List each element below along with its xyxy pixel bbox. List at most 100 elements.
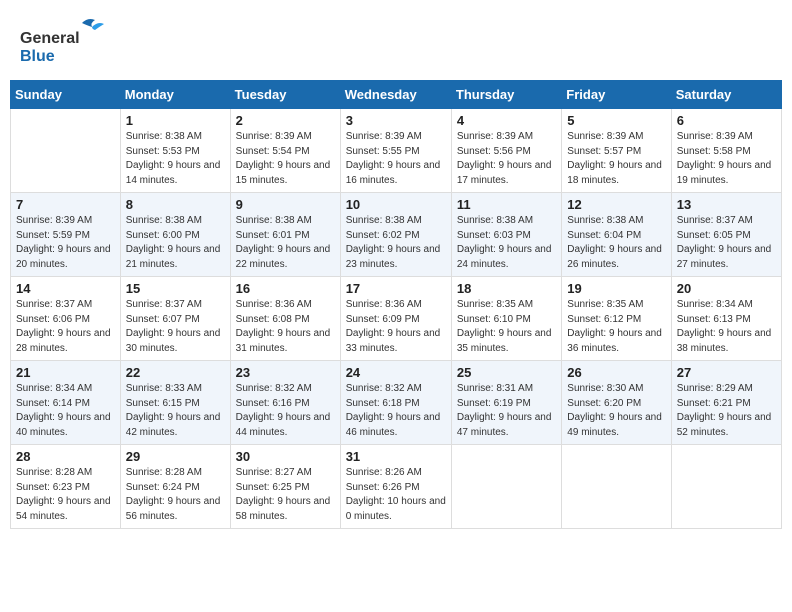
calendar-cell: 2 Sunrise: 8:39 AMSunset: 5:54 PMDaylight… xyxy=(230,109,340,193)
calendar-cell: 7Sunrise: 8:39 AMSunset: 5:59 PMDaylight… xyxy=(11,193,121,277)
calendar-cell xyxy=(562,445,671,529)
calendar-cell: 11 Sunrise: 8:38 AMSunset: 6:03 PMDayligh… xyxy=(451,193,561,277)
day-number: 27 xyxy=(677,365,776,380)
day-number: 1 xyxy=(126,113,225,128)
calendar-cell: 14 Sunrise: 8:37 AMSunset: 6:06 PMDayligh… xyxy=(11,277,121,361)
calendar-cell: 5 Sunrise: 8:39 AMSunset: 5:57 PMDaylight… xyxy=(562,109,671,193)
day-info: Sunrise: 8:37 AMSunset: 6:05 PMDaylight:… xyxy=(677,214,776,272)
svg-text:General: General xyxy=(20,30,80,47)
day-number: 15 xyxy=(126,281,225,296)
day-number: 5 xyxy=(567,113,665,128)
calendar-cell: 28 Sunrise: 8:28 AMSunset: 6:23 PMDayligh… xyxy=(11,445,121,529)
day-info: Sunrise: 8:29 AMSunset: 6:21 PMDaylight:… xyxy=(677,382,776,440)
day-info: Sunrise: 8:39 AMSunset: 5:54 PMDaylight:… xyxy=(236,130,335,188)
day-number: 14 xyxy=(16,281,115,296)
calendar-cell: 21Sunrise: 8:34 AMSunset: 6:14 PMDayligh… xyxy=(11,361,121,445)
day-number: 6 xyxy=(677,113,776,128)
day-number: 24 xyxy=(346,365,446,380)
day-of-week-header: Saturday xyxy=(671,81,781,109)
day-info: Sunrise: 8:39 AMSunset: 5:56 PMDaylight:… xyxy=(457,130,556,188)
calendar-cell: 27 Sunrise: 8:29 AMSunset: 6:21 PMDayligh… xyxy=(671,361,781,445)
calendar-cell: 20 Sunrise: 8:34 AMSunset: 6:13 PMDayligh… xyxy=(671,277,781,361)
calendar-cell: 12 Sunrise: 8:38 AMSunset: 6:04 PMDayligh… xyxy=(562,193,671,277)
calendar-cell: 23Sunrise: 8:32 AMSunset: 6:16 PMDayligh… xyxy=(230,361,340,445)
day-of-week-header: Sunday xyxy=(11,81,121,109)
day-info: Sunrise: 8:34 AMSunset: 6:14 PMDaylight:… xyxy=(16,382,115,440)
calendar-cell: 15 Sunrise: 8:37 AMSunset: 6:07 PMDayligh… xyxy=(120,277,230,361)
calendar-cell: 6 Sunrise: 8:39 AMSunset: 5:58 PMDaylight… xyxy=(671,109,781,193)
calendar-cell: 24 Sunrise: 8:32 AMSunset: 6:18 PMDayligh… xyxy=(340,361,451,445)
day-info: Sunrise: 8:38 AMSunset: 6:01 PMDaylight:… xyxy=(236,214,335,272)
day-number: 22 xyxy=(126,365,225,380)
calendar-cell: 8Sunrise: 8:38 AMSunset: 6:00 PMDaylight… xyxy=(120,193,230,277)
day-of-week-header: Monday xyxy=(120,81,230,109)
day-info: Sunrise: 8:36 AMSunset: 6:09 PMDaylight:… xyxy=(346,298,446,356)
day-number: 19 xyxy=(567,281,665,296)
day-info: Sunrise: 8:27 AMSunset: 6:25 PMDaylight:… xyxy=(236,466,335,524)
calendar-cell: 31 Sunrise: 8:26 AMSunset: 6:26 PMDayligh… xyxy=(340,445,451,529)
svg-text:Blue: Blue xyxy=(20,48,55,65)
logo-svg: General Blue xyxy=(20,15,130,65)
day-number: 20 xyxy=(677,281,776,296)
day-info: Sunrise: 8:26 AMSunset: 6:26 PMDaylight:… xyxy=(346,466,446,524)
day-info: Sunrise: 8:31 AMSunset: 6:19 PMDaylight:… xyxy=(457,382,556,440)
day-of-week-header: Thursday xyxy=(451,81,561,109)
day-number: 29 xyxy=(126,449,225,464)
day-number: 26 xyxy=(567,365,665,380)
day-info: Sunrise: 8:38 AMSunset: 6:04 PMDaylight:… xyxy=(567,214,665,272)
day-info: Sunrise: 8:39 AMSunset: 5:58 PMDaylight:… xyxy=(677,130,776,188)
calendar-week-row: 1Sunrise: 8:38 AMSunset: 5:53 PMDaylight… xyxy=(11,109,782,193)
day-number: 2 xyxy=(236,113,335,128)
day-info: Sunrise: 8:37 AMSunset: 6:07 PMDaylight:… xyxy=(126,298,225,356)
day-info: Sunrise: 8:39 AMSunset: 5:59 PMDaylight:… xyxy=(16,214,115,272)
day-number: 11 xyxy=(457,197,556,212)
day-number: 8 xyxy=(126,197,225,212)
calendar-week-row: 28 Sunrise: 8:28 AMSunset: 6:23 PMDayligh… xyxy=(11,445,782,529)
calendar-cell: 3 Sunrise: 8:39 AMSunset: 5:55 PMDaylight… xyxy=(340,109,451,193)
calendar-cell: 18 Sunrise: 8:35 AMSunset: 6:10 PMDayligh… xyxy=(451,277,561,361)
day-info: Sunrise: 8:33 AMSunset: 6:15 PMDaylight:… xyxy=(126,382,225,440)
calendar-cell: 19Sunrise: 8:35 AMSunset: 6:12 PMDayligh… xyxy=(562,277,671,361)
day-of-week-header: Tuesday xyxy=(230,81,340,109)
calendar-week-row: 7Sunrise: 8:39 AMSunset: 5:59 PMDaylight… xyxy=(11,193,782,277)
day-number: 18 xyxy=(457,281,556,296)
day-number: 13 xyxy=(677,197,776,212)
calendar-cell: 1Sunrise: 8:38 AMSunset: 5:53 PMDaylight… xyxy=(120,109,230,193)
day-info: Sunrise: 8:39 AMSunset: 5:55 PMDaylight:… xyxy=(346,130,446,188)
day-number: 31 xyxy=(346,449,446,464)
day-number: 12 xyxy=(567,197,665,212)
day-info: Sunrise: 8:34 AMSunset: 6:13 PMDaylight:… xyxy=(677,298,776,356)
calendar-cell: 4 Sunrise: 8:39 AMSunset: 5:56 PMDaylight… xyxy=(451,109,561,193)
day-info: Sunrise: 8:38 AMSunset: 6:02 PMDaylight:… xyxy=(346,214,446,272)
day-info: Sunrise: 8:35 AMSunset: 6:10 PMDaylight:… xyxy=(457,298,556,356)
day-number: 10 xyxy=(346,197,446,212)
day-info: Sunrise: 8:38 AMSunset: 6:03 PMDaylight:… xyxy=(457,214,556,272)
calendar-table: SundayMondayTuesdayWednesdayThursdayFrid… xyxy=(10,80,782,529)
day-number: 9 xyxy=(236,197,335,212)
calendar-cell: 26 Sunrise: 8:30 AMSunset: 6:20 PMDayligh… xyxy=(562,361,671,445)
day-number: 16 xyxy=(236,281,335,296)
day-number: 23 xyxy=(236,365,335,380)
day-info: Sunrise: 8:30 AMSunset: 6:20 PMDaylight:… xyxy=(567,382,665,440)
day-info: Sunrise: 8:32 AMSunset: 6:18 PMDaylight:… xyxy=(346,382,446,440)
day-info: Sunrise: 8:39 AMSunset: 5:57 PMDaylight:… xyxy=(567,130,665,188)
calendar-cell: 16 Sunrise: 8:36 AMSunset: 6:08 PMDayligh… xyxy=(230,277,340,361)
day-info: Sunrise: 8:28 AMSunset: 6:23 PMDaylight:… xyxy=(16,466,115,524)
calendar-cell xyxy=(671,445,781,529)
day-number: 3 xyxy=(346,113,446,128)
day-number: 30 xyxy=(236,449,335,464)
calendar-week-row: 21Sunrise: 8:34 AMSunset: 6:14 PMDayligh… xyxy=(11,361,782,445)
calendar-cell: 22 Sunrise: 8:33 AMSunset: 6:15 PMDayligh… xyxy=(120,361,230,445)
calendar-cell: 13 Sunrise: 8:37 AMSunset: 6:05 PMDayligh… xyxy=(671,193,781,277)
calendar-cell: 10 Sunrise: 8:38 AMSunset: 6:02 PMDayligh… xyxy=(340,193,451,277)
day-info: Sunrise: 8:37 AMSunset: 6:06 PMDaylight:… xyxy=(16,298,115,356)
day-number: 17 xyxy=(346,281,446,296)
calendar-cell: 29 Sunrise: 8:28 AMSunset: 6:24 PMDayligh… xyxy=(120,445,230,529)
day-info: Sunrise: 8:28 AMSunset: 6:24 PMDaylight:… xyxy=(126,466,225,524)
day-number: 25 xyxy=(457,365,556,380)
day-number: 4 xyxy=(457,113,556,128)
day-info: Sunrise: 8:36 AMSunset: 6:08 PMDaylight:… xyxy=(236,298,335,356)
calendar-header-row: SundayMondayTuesdayWednesdayThursdayFrid… xyxy=(11,81,782,109)
day-of-week-header: Friday xyxy=(562,81,671,109)
day-number: 28 xyxy=(16,449,115,464)
